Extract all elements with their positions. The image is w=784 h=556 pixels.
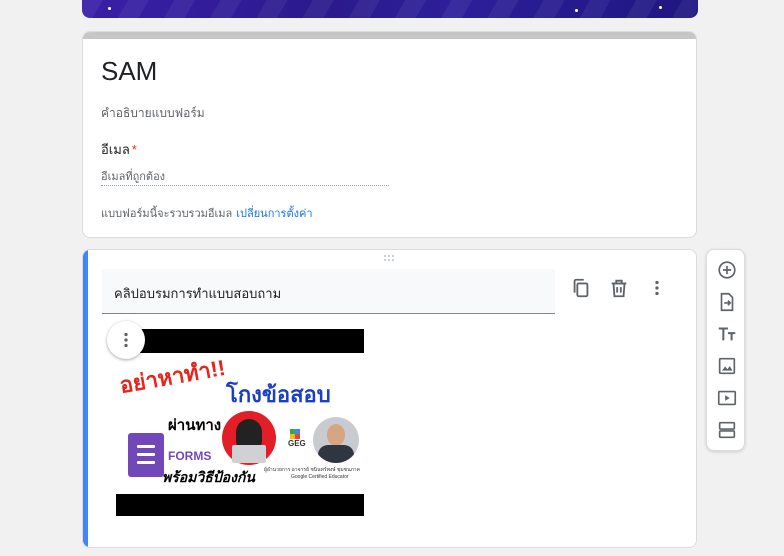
question-card[interactable]: คลิปอบรมการทำแบบสอบถาม อย่าหาทำ!! โกงข้อ…	[82, 249, 697, 548]
title-icon[interactable]	[716, 323, 738, 345]
email-label: อีเมล *	[101, 139, 137, 160]
geg-logo-icon	[290, 429, 300, 439]
collect-email-note: แบบฟอร์มนี้จะรวบรวมอีเมล เปลี่ยนการตั้งค่…	[101, 204, 313, 222]
section-icon[interactable]	[716, 419, 738, 441]
google-forms-logo	[128, 433, 164, 477]
video-title-input[interactable]: คลิปอบรมการทำแบบสอบถาม	[102, 269, 555, 314]
thumb-caption-2: Google Certified Educator	[291, 474, 349, 480]
image-icon[interactable]	[716, 355, 738, 377]
active-card-accent	[83, 250, 88, 547]
collect-email-text: แบบฟอร์มนี้จะรวบรวมอีเมล	[101, 208, 233, 220]
form-description[interactable]: คำอธิบายแบบฟอร์ม	[101, 104, 205, 123]
video-options-button[interactable]	[107, 321, 145, 359]
hacker-illustration	[222, 411, 276, 465]
form-title-card: SAM คำอธิบายแบบฟอร์ม อีเมล * อีเมลที่ถูกต…	[82, 31, 697, 238]
video-thumbnail[interactable]: อย่าหาทำ!! โกงข้อสอบ ผ่านทาง FORMS GEG ผ…	[116, 329, 364, 516]
trash-icon[interactable]	[608, 277, 630, 299]
required-asterisk: *	[131, 142, 137, 157]
forms-label: FORMS	[168, 449, 212, 463]
drag-handle-icon[interactable]	[384, 255, 396, 263]
title-card-topbar	[83, 32, 696, 39]
add-circle-icon[interactable]	[716, 259, 738, 281]
form-title[interactable]: SAM	[101, 56, 157, 87]
presenter-photo	[313, 417, 359, 463]
floating-toolbar	[706, 249, 745, 451]
email-label-text: อีเมล	[101, 142, 130, 157]
more-vert-icon	[124, 332, 128, 348]
change-settings-link[interactable]: เปลี่ยนการตั้งค่า	[236, 208, 312, 220]
duplicate-icon[interactable]	[570, 277, 592, 299]
email-field[interactable]: อีเมลที่ถูกต้อง	[101, 167, 389, 186]
video-icon[interactable]	[716, 387, 738, 409]
thumb-prevention-text: พร้อมวิธีป้องกัน	[162, 469, 255, 485]
thumb-via-text: ผ่านทาง	[168, 417, 222, 434]
geg-label: GEG	[288, 439, 306, 448]
thumb-caption-1: ผู้อำนวยการ อาจารย์ ชนินทร์พงษ์ ชุมชนภาค	[264, 467, 360, 473]
thumb-headline-blue: โกงข้อสอบ	[226, 382, 331, 407]
import-icon[interactable]	[716, 291, 738, 313]
more-vert-icon[interactable]	[646, 277, 668, 299]
header-banner	[82, 0, 698, 18]
thumb-headline-red: อย่าหาทำ!!	[117, 354, 228, 399]
